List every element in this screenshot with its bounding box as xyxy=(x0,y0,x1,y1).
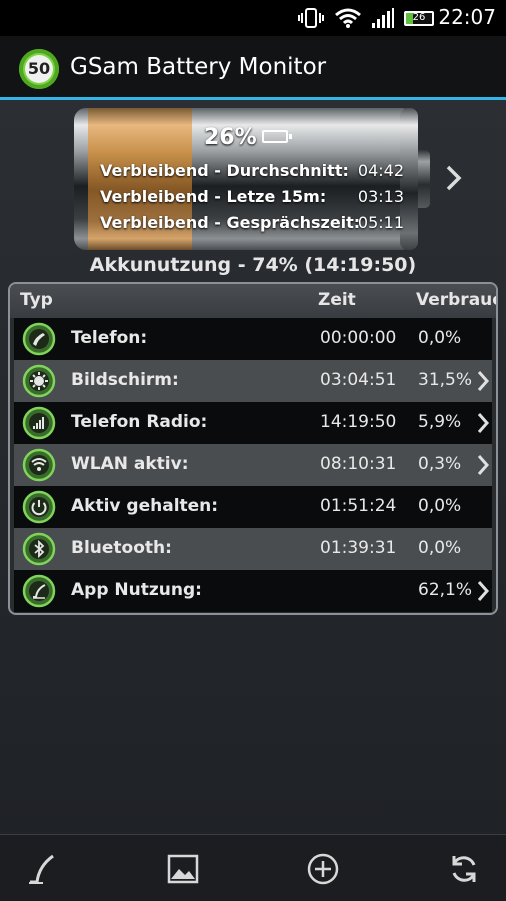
row-time: 03:04:51 xyxy=(320,370,397,390)
row-time: 00:00:00 xyxy=(320,328,397,348)
row-time: 08:10:31 xyxy=(320,454,397,474)
row-percent: 0,3% xyxy=(418,454,462,474)
row-time: 01:39:31 xyxy=(320,538,397,558)
stat-row-last-15m: Verbleibend - Letze 15m: 03:13 xyxy=(100,187,406,211)
row-name: Telefon: xyxy=(71,328,148,348)
chevron-right-icon[interactable] xyxy=(476,579,490,603)
status-time: 22:07 xyxy=(438,5,496,29)
table-row-bildschirm[interactable]: Bildschirm: 03:04:51 31,5% xyxy=(14,360,492,402)
table-row-telefon[interactable]: Telefon: 00:00:00 0,0% xyxy=(14,318,492,360)
battery-tip xyxy=(418,150,430,208)
stat-value: 04:42 xyxy=(357,161,404,180)
stat-label: Verbleibend - Gesprächszeit: xyxy=(100,213,361,232)
row-name: Telefon Radio: xyxy=(71,412,208,432)
app-logo-text: 50 xyxy=(25,55,53,83)
stat-row-average: Verbleibend - Durchschnitt: 04:42 xyxy=(100,161,406,185)
wifi-icon xyxy=(22,448,56,482)
stat-value: 05:11 xyxy=(357,213,404,232)
table-row-aktiv-gehalten[interactable]: Aktiv gehalten: 01:51:24 0,0% xyxy=(14,486,492,528)
row-name: WLAN aktiv: xyxy=(71,454,189,474)
phone-icon xyxy=(22,322,56,356)
table-row-telefon-radio[interactable]: Telefon Radio: 14:19:50 5,9% xyxy=(14,402,492,444)
row-time: 14:19:50 xyxy=(320,412,397,432)
row-time: 01:51:24 xyxy=(320,496,397,516)
row-percent: 5,9% xyxy=(418,412,462,432)
brightness-icon xyxy=(22,364,56,398)
bottom-toolbar xyxy=(0,834,506,901)
image-icon[interactable] xyxy=(163,849,203,889)
row-percent: 31,5% xyxy=(418,370,473,390)
battery-usage-summary: Akkunutzung - 74% (14:19:50) xyxy=(89,254,417,276)
app-title: GSam Battery Monitor xyxy=(70,54,327,80)
battery-percent: 26% xyxy=(204,125,257,150)
signal-icon xyxy=(369,0,397,36)
row-name: App Nutzung: xyxy=(71,580,202,600)
battery-level-text: 26 xyxy=(412,11,426,23)
table-row-app-nutzung[interactable]: App Nutzung: 62,1% xyxy=(14,570,492,612)
battery-icon: 26 xyxy=(401,0,437,36)
row-name: Bildschirm: xyxy=(71,370,179,390)
chevron-right-icon[interactable] xyxy=(476,369,490,393)
row-name: Aktiv gehalten: xyxy=(71,496,219,516)
bluetooth-icon xyxy=(22,532,56,566)
stat-label: Verbleibend - Letze 15m: xyxy=(100,187,327,206)
refresh-icon[interactable] xyxy=(444,849,484,889)
row-percent: 0,0% xyxy=(418,538,462,558)
stat-value: 03:13 xyxy=(357,187,404,206)
usage-table: Typ Zeit Verbrauch Telefon: 00:00:00 0,0… xyxy=(8,282,498,615)
header-type[interactable]: Typ xyxy=(20,290,53,310)
header-time[interactable]: Zeit xyxy=(318,290,356,310)
chevron-right-icon[interactable] xyxy=(444,164,464,192)
wifi-icon xyxy=(332,0,364,36)
graph-icon[interactable] xyxy=(22,849,62,889)
header-usage[interactable]: Verbrauch xyxy=(416,290,496,310)
row-percent: 62,1% xyxy=(418,580,473,600)
row-name: Bluetooth: xyxy=(71,538,172,558)
stat-label: Verbleibend - Durchschnitt: xyxy=(100,161,349,180)
vibrate-icon xyxy=(296,0,326,36)
action-bar: 50 GSam Battery Monitor xyxy=(0,36,506,100)
chevron-right-icon[interactable] xyxy=(476,453,490,477)
status-bar: 26 22:07 xyxy=(0,0,506,36)
table-row-wlan[interactable]: WLAN aktiv: 08:10:31 0,3% xyxy=(14,444,492,486)
row-percent: 0,0% xyxy=(418,328,462,348)
chevron-right-icon[interactable] xyxy=(476,411,490,435)
power-icon xyxy=(22,490,56,524)
app-logo[interactable]: 50 xyxy=(19,49,59,89)
battery-graphic[interactable]: 26% Verbleibend - Durchschnitt: 04:42 Ve… xyxy=(74,108,430,250)
signal-bars-icon xyxy=(22,406,56,440)
battery-small-icon xyxy=(262,130,292,143)
stat-row-talk-time: Verbleibend - Gesprächszeit: 05:11 xyxy=(100,213,406,237)
app-usage-icon xyxy=(22,574,56,608)
add-icon[interactable] xyxy=(303,849,343,889)
table-header: Typ Zeit Verbrauch xyxy=(10,284,496,318)
row-percent: 0,0% xyxy=(418,496,462,516)
main-content: 26% Verbleibend - Durchschnitt: 04:42 Ve… xyxy=(0,100,506,834)
table-row-bluetooth[interactable]: Bluetooth: 01:39:31 0,0% xyxy=(14,528,492,570)
